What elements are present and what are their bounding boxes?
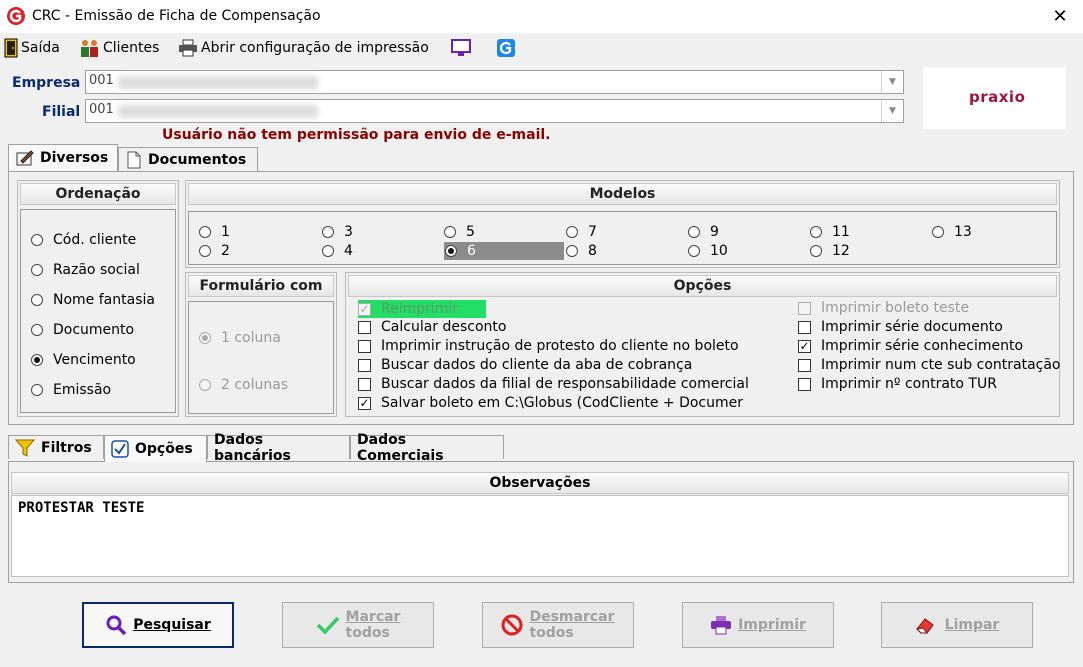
prohibited-icon: [501, 614, 523, 636]
modelo-13[interactable]: 13: [932, 224, 972, 240]
tab-dados-comerciais[interactable]: Dados Comerciais: [350, 432, 504, 464]
modelo-4[interactable]: 4: [322, 243, 353, 259]
tab-diversos[interactable]: Diversos: [8, 144, 118, 171]
modelo-5[interactable]: 5: [444, 224, 475, 240]
menu-clientes[interactable]: Clientes: [80, 37, 159, 59]
observacoes-textarea[interactable]: PROTESTAR TESTE: [11, 495, 1069, 577]
title-bar: CRC - Emissão de Ficha de Compensação ✕: [0, 0, 1083, 33]
permission-warning: Usuário não tem permissão para envio de …: [162, 127, 551, 143]
funnel-icon: [15, 439, 35, 457]
modelo-3[interactable]: 3: [322, 224, 353, 240]
pencil-note-icon: [16, 150, 34, 166]
empresa-select[interactable]: 001 ▼: [85, 70, 904, 94]
formulario-title: Formulário com: [188, 275, 334, 297]
ordenacao-documento[interactable]: Documento: [31, 322, 134, 338]
opcoes-title: Opções: [348, 275, 1057, 297]
opcao-imprimir-serie-documento[interactable]: Imprimir série documento: [798, 319, 1003, 335]
redacted-text: [118, 105, 318, 118]
printer-icon: [711, 616, 732, 635]
opcao-imprimir-num-cte[interactable]: Imprimir num cte sub contratação: [798, 357, 1061, 373]
filial-label: Filial: [42, 104, 81, 120]
menu-bar: Saída Clientes Abrir configuração de imp…: [0, 33, 1083, 61]
modelo-10[interactable]: 10: [688, 243, 728, 259]
globus-app-icon: [497, 39, 515, 57]
modelo-9[interactable]: 9: [688, 224, 719, 240]
tab-filtros[interactable]: Filtros: [8, 435, 104, 459]
desmarcar-todos-button[interactable]: Desmarcar todos: [482, 602, 634, 648]
opcao-imprimir-boleto-teste[interactable]: Imprimir boleto teste: [798, 300, 969, 316]
empresa-label: Empresa: [12, 75, 81, 91]
document-icon: [127, 151, 141, 168]
modelo-6[interactable]: 6: [444, 242, 564, 260]
menu-monitor[interactable]: [450, 37, 475, 59]
opcoes-group: Opções ✓ Reimprimir Calcular desconto Imp…: [345, 272, 1061, 417]
modelo-1[interactable]: 1: [199, 224, 230, 240]
formulario-list: 1 coluna 2 colunas: [188, 301, 334, 414]
tab-opcoes[interactable]: Opções: [104, 435, 207, 462]
modelos-grid: 1 2 3 4 5 6 7 8 9 10 11 12 13: [188, 211, 1057, 265]
formulario-2-colunas[interactable]: 2 colunas: [199, 377, 288, 393]
modelo-8[interactable]: 8: [566, 243, 597, 259]
marcar-todos-button[interactable]: Marcar todos: [282, 602, 434, 648]
ordenacao-emissao[interactable]: Emissão: [31, 382, 111, 398]
chevron-down-icon[interactable]: ▼: [881, 100, 903, 122]
ordenacao-group: Ordenação Cód. cliente Razão social Nome…: [17, 180, 179, 417]
app-logo-icon: [7, 7, 25, 25]
opcao-imprimir-serie-conhecimento[interactable]: ✓ Imprimir série conhecimento: [798, 338, 1023, 354]
checkbox-icon: [111, 440, 129, 458]
opcao-calcular-desconto[interactable]: Calcular desconto: [358, 319, 506, 335]
ordenacao-razao-social[interactable]: Razão social: [31, 262, 140, 278]
pesquisar-button[interactable]: Pesquisar: [82, 602, 234, 648]
window-title: CRC - Emissão de Ficha de Compensação: [32, 8, 321, 24]
menu-globus[interactable]: [496, 37, 519, 59]
modelo-2[interactable]: 2: [199, 243, 230, 259]
modelo-11[interactable]: 11: [810, 224, 850, 240]
search-icon: [106, 615, 127, 636]
observacoes-title: Observações: [11, 472, 1069, 494]
exit-door-icon: [4, 38, 18, 58]
opcao-instrucao-protesto[interactable]: Imprimir instrução de protesto do client…: [358, 338, 739, 354]
filial-select[interactable]: 001 ▼: [85, 99, 904, 123]
close-icon: ✕: [1052, 6, 1068, 27]
imprimir-button[interactable]: Imprimir: [682, 602, 834, 648]
formulario-group: Formulário com 1 coluna 2 colunas: [185, 272, 337, 417]
ordenacao-vencimento[interactable]: Vencimento: [31, 352, 136, 368]
tab-dados-bancarios[interactable]: Dados bancários: [207, 432, 350, 464]
brand-logo: praxio: [923, 67, 1066, 129]
menu-saida[interactable]: Saída: [4, 37, 60, 59]
opcao-dados-cliente-cobranca[interactable]: Buscar dados do cliente da aba de cobran…: [358, 357, 692, 373]
modelos-group: Modelos 1 2 3 4 5 6 7 8 9 10 11 12 13: [185, 180, 1060, 268]
menu-abrir-config[interactable]: Abrir configuração de impressão: [178, 37, 429, 59]
diversos-panel: Ordenação Cód. cliente Razão social Nome…: [8, 171, 1074, 425]
opcao-dados-filial-comercial[interactable]: Buscar dados da filial de responsabilida…: [358, 376, 749, 392]
redacted-text: [118, 76, 318, 89]
tab-documentos[interactable]: Documentos: [118, 147, 258, 171]
ordenacao-list: Cód. cliente Razão social Nome fantasia …: [20, 209, 176, 413]
modelo-7[interactable]: 7: [566, 224, 597, 240]
modelos-title: Modelos: [188, 183, 1057, 205]
ordenacao-nome-fantasia[interactable]: Nome fantasia: [31, 292, 155, 308]
printer-icon: [179, 39, 197, 57]
chevron-down-icon[interactable]: ▼: [881, 71, 903, 93]
close-button[interactable]: ✕: [1037, 0, 1083, 33]
checkmark-icon: [316, 616, 339, 635]
modelo-12[interactable]: 12: [810, 243, 850, 259]
ordenacao-title: Ordenação: [20, 183, 176, 205]
eraser-icon: [915, 618, 934, 634]
monitor-icon: [451, 39, 471, 56]
formulario-1-coluna[interactable]: 1 coluna: [199, 330, 281, 346]
ordenacao-cod-cliente[interactable]: Cód. cliente: [31, 232, 136, 248]
brand-logo-text: praxio: [969, 88, 1026, 106]
opcao-imprimir-contrato-tur[interactable]: Imprimir nº contrato TUR: [798, 376, 997, 392]
opcao-salvar-boleto[interactable]: ✓ Salvar boleto em C:\Globus (CodCliente …: [358, 395, 743, 411]
observacoes-panel: Observações PROTESTAR TESTE: [8, 461, 1074, 583]
opcao-reimprimir[interactable]: ✓ Reimprimir: [358, 300, 487, 318]
people-icon: [81, 40, 98, 57]
limpar-button[interactable]: Limpar: [881, 602, 1033, 648]
